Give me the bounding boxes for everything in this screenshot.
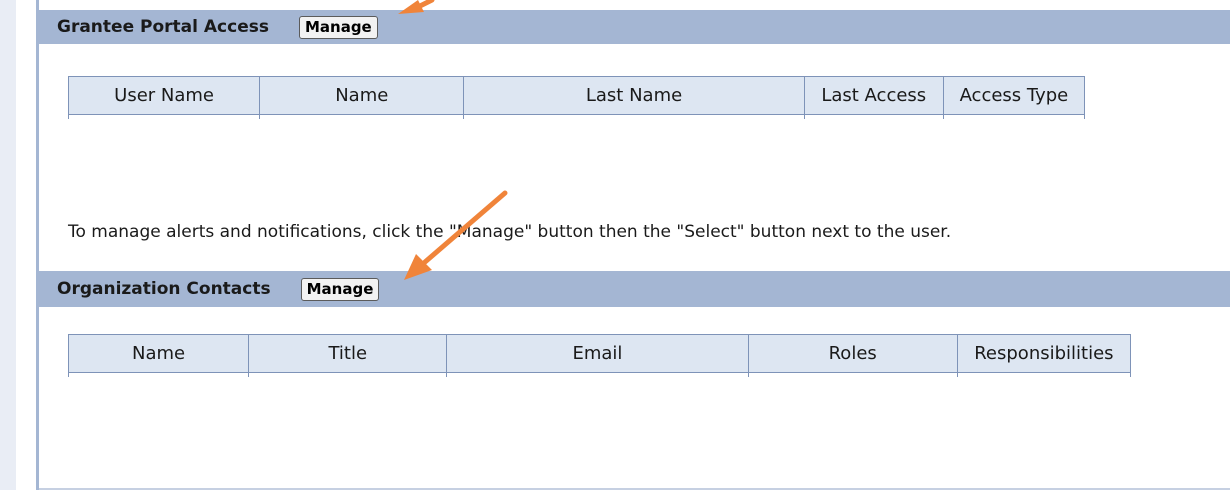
column-header-title[interactable]: Title <box>248 334 448 373</box>
empty-table-row <box>67 372 1132 377</box>
grantee-portal-users-table: User Name Name Last Name Last Access Acc… <box>67 76 1086 119</box>
column-header-name[interactable]: Name <box>259 76 465 115</box>
column-header-last-access[interactable]: Last Access <box>803 76 944 115</box>
table-header-row: User Name Name Last Name Last Access Acc… <box>67 76 1086 115</box>
column-header-email[interactable]: Email <box>446 334 749 373</box>
organization-contacts-header: Organization Contacts Manage <box>39 271 1230 307</box>
column-header-user-name[interactable]: User Name <box>67 76 261 115</box>
grantee-portal-access-header: Grantee Portal Access Manage <box>39 10 1230 44</box>
column-header-name[interactable]: Name <box>67 334 250 373</box>
column-header-last-name[interactable]: Last Name <box>463 76 805 115</box>
column-header-responsibilities[interactable]: Responsibilities <box>956 334 1132 373</box>
table-header-row: Name Title Email Roles Responsibilities <box>67 334 1132 373</box>
column-header-roles[interactable]: Roles <box>747 334 958 373</box>
manage-grantee-portal-button[interactable]: Manage <box>298 15 378 39</box>
column-header-access-type[interactable]: Access Type <box>942 76 1086 115</box>
content-left-border <box>36 0 39 490</box>
manage-organization-contacts-button[interactable]: Manage <box>300 277 380 301</box>
left-rail <box>0 0 16 490</box>
manage-alerts-instruction: To manage alerts and notifications, clic… <box>68 222 952 242</box>
section-title: Grantee Portal Access <box>57 17 269 37</box>
section-title: Organization Contacts <box>57 279 271 299</box>
annotation-arrows <box>398 0 508 280</box>
empty-table-row <box>67 114 1086 119</box>
organization-contacts-table: Name Title Email Roles Responsibilities <box>67 334 1132 377</box>
